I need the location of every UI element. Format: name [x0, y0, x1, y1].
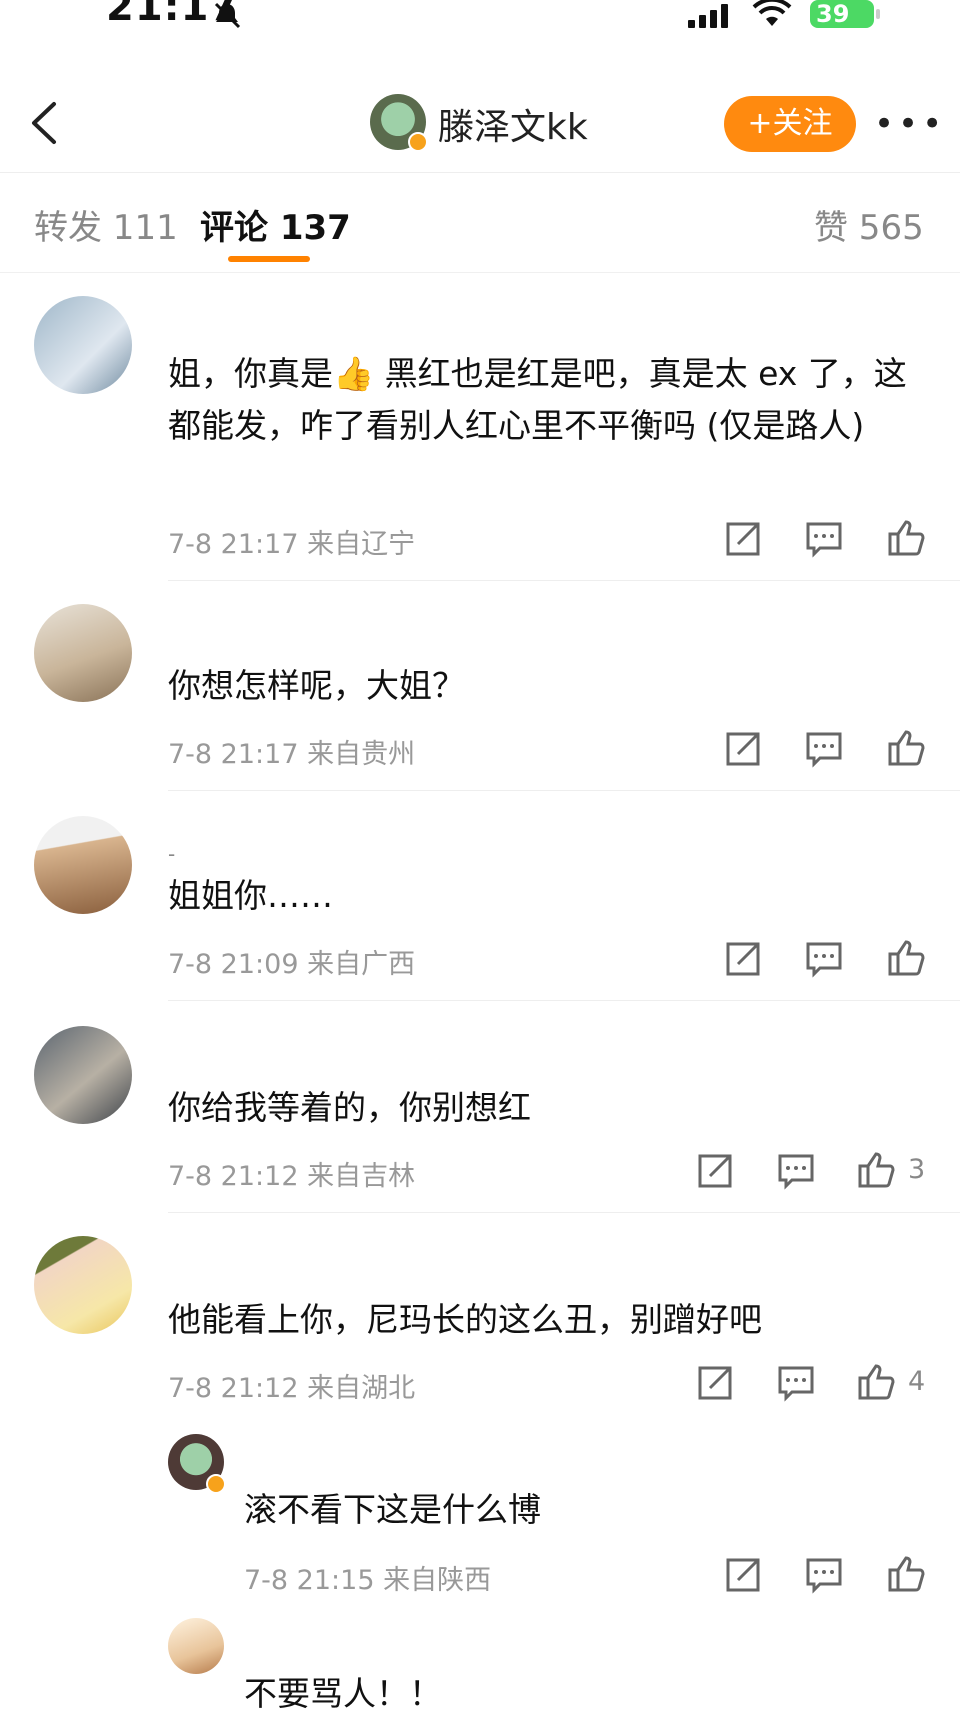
comment-icon[interactable]	[776, 1362, 816, 1402]
post-tabs: 转发 111 评论 137 赞 565	[0, 172, 960, 273]
comment-icon[interactable]	[804, 1554, 844, 1594]
like-icon[interactable]	[856, 1150, 896, 1190]
comment-icon[interactable]	[804, 518, 844, 558]
reply-avatar[interactable]	[168, 1618, 224, 1674]
like-icon[interactable]	[886, 938, 926, 978]
share-icon[interactable]	[724, 728, 764, 768]
commenter-avatar[interactable]	[34, 1026, 132, 1124]
commenter-avatar[interactable]	[34, 816, 132, 914]
commenter-name[interactable]: -	[168, 842, 175, 866]
comment-text: 姐姐你……	[168, 876, 333, 915]
tab-repost[interactable]: 转发 111	[34, 200, 178, 249]
comment-icon[interactable]	[776, 1150, 816, 1190]
tab-comments[interactable]: 评论 137	[200, 200, 351, 249]
battery-cap	[876, 9, 880, 19]
comment-meta: 7-8 21:09 来自广西	[168, 949, 416, 980]
battery-indicator: 39	[810, 0, 874, 28]
tab-active-indicator	[228, 256, 310, 262]
mute-bell-icon	[214, 2, 241, 29]
like-icon[interactable]	[886, 1554, 926, 1594]
commenter-avatar[interactable]	[34, 604, 132, 702]
like-icon[interactable]	[856, 1362, 896, 1402]
comment-meta: 7-8 21:17 来自贵州	[168, 739, 416, 770]
reply-meta: 7-8 21:15 来自陕西	[244, 1565, 492, 1596]
divider	[168, 1000, 960, 1001]
share-icon[interactable]	[696, 1150, 736, 1190]
divider	[168, 790, 960, 791]
share-icon[interactable]	[696, 1362, 736, 1402]
tab-likes[interactable]: 赞 565	[814, 200, 924, 249]
wifi-icon	[752, 0, 792, 26]
share-icon[interactable]	[724, 518, 764, 558]
like-icon[interactable]	[886, 518, 926, 558]
comment-icon[interactable]	[804, 728, 844, 768]
comment-text: 你给我等着的，你别想红	[168, 1088, 531, 1127]
top-nav: 滕泽文kk +关注 •••	[0, 76, 960, 173]
verified-badge-icon	[408, 132, 428, 152]
reply-text: 滚不看下这是什么博	[244, 1490, 541, 1529]
comment-text: 他能看上你，尼玛长的这么丑，别蹭好吧	[168, 1300, 762, 1339]
like-count: 4	[908, 1366, 926, 1397]
divider	[168, 580, 960, 581]
more-icon[interactable]: •••	[874, 104, 946, 144]
comment-icon[interactable]	[804, 938, 844, 978]
comment-text: 姐，你真是👍 黑红也是红是吧，真是太 ex 了，这都能发，咋了看别人红心里不平衡…	[168, 354, 907, 445]
comment-meta: 7-8 21:12 来自湖北	[168, 1373, 416, 1404]
verified-badge-icon	[206, 1474, 226, 1494]
commenter-avatar[interactable]	[34, 1236, 132, 1334]
back-arrow-icon[interactable]	[26, 98, 66, 148]
like-icon[interactable]	[886, 728, 926, 768]
share-icon[interactable]	[724, 1554, 764, 1594]
comment-text: 你想怎样呢，大姐？	[168, 666, 465, 705]
follow-button[interactable]: +关注	[724, 96, 856, 152]
comment-meta: 7-8 21:12 来自吉林	[168, 1161, 416, 1192]
author-name[interactable]: 滕泽文kk	[438, 98, 588, 150]
share-icon[interactable]	[724, 938, 764, 978]
commenter-avatar[interactable]	[34, 296, 132, 394]
like-count: 3	[908, 1154, 926, 1185]
comment-meta: 7-8 21:17 来自辽宁	[168, 529, 416, 560]
signal-icon	[688, 4, 732, 28]
divider	[168, 1212, 960, 1213]
reply-text: 不要骂人！！	[244, 1674, 442, 1713]
status-bar: 21:17 39	[0, 0, 960, 44]
